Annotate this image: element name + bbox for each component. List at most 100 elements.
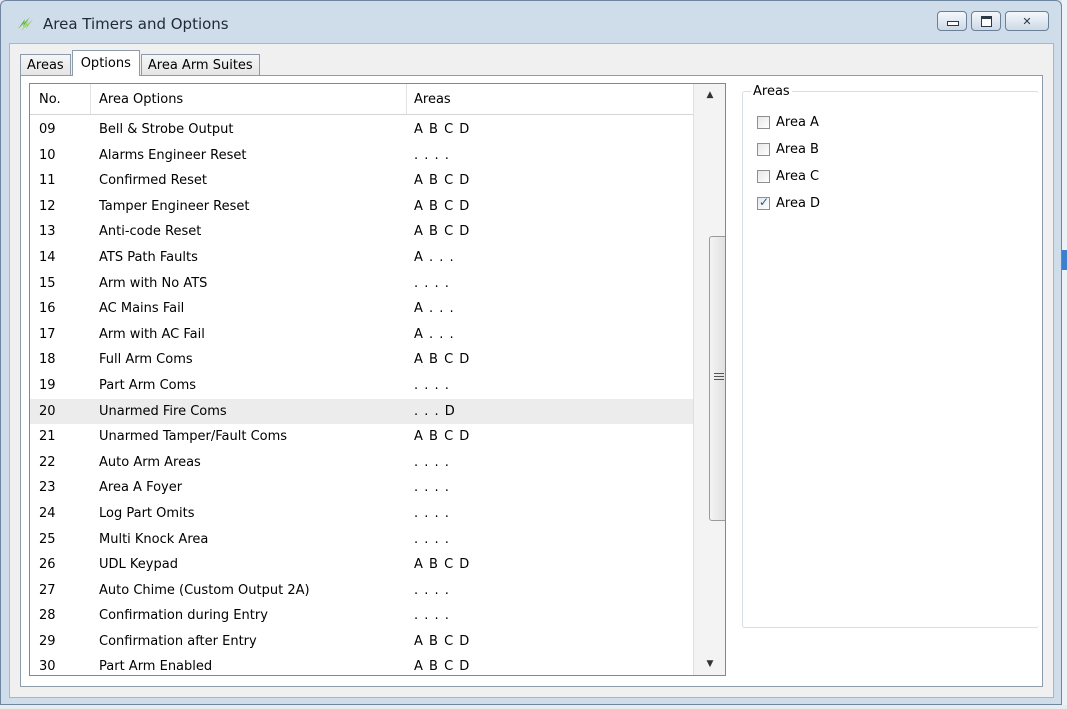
tab-strip: Areas Options Area Arm Suites xyxy=(20,50,260,76)
background-accent xyxy=(1062,250,1067,270)
table-row[interactable]: 30 Part Arm Enabled A B C D xyxy=(30,654,693,675)
table-row[interactable]: 20 Unarmed Fire Coms . . . D xyxy=(30,398,693,425)
row-number: 09 xyxy=(39,122,56,137)
table-row[interactable]: 14 ATS Path Faults A . . . xyxy=(30,245,693,271)
row-areas: A . . . xyxy=(414,301,455,317)
row-option-name: Multi Knock Area xyxy=(99,531,209,547)
row-option-name: Part Arm Coms xyxy=(99,377,197,393)
column-divider[interactable] xyxy=(406,84,407,114)
area-a-label: Area A xyxy=(776,115,819,130)
table-row[interactable]: 09 Bell & Strobe Output A B C D xyxy=(30,117,693,143)
minimize-icon xyxy=(947,21,959,26)
background-strip xyxy=(0,705,1067,709)
area-d-checkbox-row[interactable]: ✓ Area D xyxy=(757,195,820,211)
row-option-name: Bell & Strobe Output xyxy=(99,122,234,137)
table-row[interactable]: 15 Arm with No ATS . . . . xyxy=(30,271,693,297)
areas-group-legend: Areas xyxy=(751,84,792,99)
maximize-button[interactable] xyxy=(971,11,1001,31)
table-row[interactable]: 22 Auto Arm Areas . . . . xyxy=(30,450,693,476)
row-option-name: Auto Arm Areas xyxy=(99,454,201,470)
table-row[interactable]: 27 Auto Chime (Custom Output 2A) . . . . xyxy=(30,578,693,604)
row-areas: . . . . xyxy=(414,147,450,163)
column-divider[interactable] xyxy=(90,84,91,114)
row-number: 20 xyxy=(39,403,56,419)
area-a-checkbox[interactable] xyxy=(757,116,770,129)
row-option-name: Anti-code Reset xyxy=(99,224,202,240)
row-number: 21 xyxy=(39,429,56,445)
area-c-checkbox[interactable] xyxy=(757,170,770,183)
row-number: 22 xyxy=(39,454,56,470)
row-number: 26 xyxy=(39,557,56,573)
table-row[interactable]: 26 UDL Keypad A B C D xyxy=(30,552,693,578)
row-option-name: Part Arm Enabled xyxy=(99,659,213,675)
tab-options[interactable]: Options xyxy=(71,50,140,76)
area-c-checkbox-row[interactable]: Area C xyxy=(757,169,819,184)
app-logo-icon xyxy=(18,17,33,31)
row-option-name: Log Part Omits xyxy=(99,505,195,521)
row-option-name: Full Arm Coms xyxy=(99,352,193,368)
area-options-list[interactable]: No. Area Options Areas 09 Bell & Strobe O… xyxy=(29,83,726,676)
row-areas: . . . . xyxy=(414,480,450,496)
row-option-name: AC Mains Fail xyxy=(99,301,185,317)
maximize-icon xyxy=(981,16,992,27)
table-row[interactable]: 28 Confirmation during Entry . . . . xyxy=(30,603,693,629)
area-b-checkbox-row[interactable]: Area B xyxy=(757,142,819,157)
row-number: 29 xyxy=(39,633,56,649)
row-option-name: Unarmed Fire Coms xyxy=(99,403,227,419)
title-bar[interactable]: Area Timers and Options ✕ xyxy=(1,1,1061,43)
table-row[interactable]: 10 Alarms Engineer Reset . . . . xyxy=(30,143,693,169)
row-areas: . . . . xyxy=(414,505,450,521)
close-button[interactable]: ✕ xyxy=(1005,11,1049,31)
table-row[interactable]: 13 Anti-code Reset A B C D xyxy=(30,219,693,245)
row-areas: A B C D xyxy=(414,633,471,649)
row-option-name: Confirmation after Entry xyxy=(99,633,257,649)
row-option-name: Arm with No ATS xyxy=(99,275,208,291)
row-number: 23 xyxy=(39,480,56,496)
row-areas: A B C D xyxy=(414,122,471,137)
row-areas: . . . . xyxy=(414,377,450,393)
table-row[interactable]: 17 Arm with AC Fail A . . . xyxy=(30,322,693,348)
tab-area-arm-suites[interactable]: Area Arm Suites xyxy=(140,54,260,76)
table-row[interactable]: 11 Confirmed Reset A B C D xyxy=(30,168,693,194)
table-row[interactable]: 16 AC Mains Fail A . . . xyxy=(30,296,693,322)
minimize-button[interactable] xyxy=(937,11,967,31)
table-row[interactable]: 19 Part Arm Coms . . . . xyxy=(30,373,693,399)
row-areas: A B C D xyxy=(414,173,471,189)
row-option-name: ATS Path Faults xyxy=(99,249,198,265)
list-rows: 09 Bell & Strobe Output A B C D 10 Alarms En… xyxy=(30,117,693,675)
row-number: 13 xyxy=(39,224,56,240)
row-areas: . . . . xyxy=(414,608,450,624)
column-header-no[interactable]: No. xyxy=(39,92,61,107)
column-header-areas[interactable]: Areas xyxy=(414,92,451,107)
row-number: 25 xyxy=(39,531,56,547)
row-option-name: Arm with AC Fail xyxy=(99,326,205,342)
area-d-checkbox[interactable]: ✓ xyxy=(757,195,770,210)
area-a-checkbox-row[interactable]: Area A xyxy=(757,115,819,130)
table-row[interactable]: 21 Unarmed Tamper/Fault Coms A B C D xyxy=(30,424,693,450)
table-row[interactable]: 25 Multi Knock Area . . . . xyxy=(30,527,693,553)
table-row[interactable]: 23 Area A Foyer . . . . xyxy=(30,475,693,501)
row-number: 28 xyxy=(39,608,56,624)
areas-groupbox: Areas Area A Area B Area C ✓ Area D xyxy=(742,84,1039,628)
row-option-name: Confirmed Reset xyxy=(99,173,207,189)
scroll-up-arrow-icon[interactable]: ▲ xyxy=(694,86,725,104)
scrollbar-thumb[interactable] xyxy=(709,236,725,521)
table-row[interactable]: 12 Tamper Engineer Reset A B C D xyxy=(30,194,693,220)
table-row[interactable]: 18 Full Arm Coms A B C D xyxy=(30,347,693,373)
tab-areas[interactable]: Areas xyxy=(20,54,71,76)
area-b-checkbox[interactable] xyxy=(757,143,770,156)
options-tab-panel: No. Area Options Areas 09 Bell & Strobe O… xyxy=(20,75,1043,687)
table-row[interactable]: 24 Log Part Omits . . . . xyxy=(30,501,693,527)
table-row[interactable]: 29 Confirmation after Entry A B C D xyxy=(30,629,693,655)
list-header: No. Area Options Areas xyxy=(30,84,693,115)
row-areas: A B C D xyxy=(414,557,471,573)
row-number: 10 xyxy=(39,147,56,163)
list-vertical-scrollbar[interactable]: ▲ ▼ xyxy=(693,84,725,675)
area-timers-window: Area Timers and Options ✕ Areas Options … xyxy=(0,0,1062,705)
row-option-name: UDL Keypad xyxy=(99,557,178,573)
row-areas: A B C D xyxy=(414,198,471,214)
scroll-down-arrow-icon[interactable]: ▼ xyxy=(694,655,725,673)
row-number: 14 xyxy=(39,249,56,265)
column-header-area-options[interactable]: Area Options xyxy=(99,92,183,107)
row-areas: . . . D xyxy=(414,403,456,419)
